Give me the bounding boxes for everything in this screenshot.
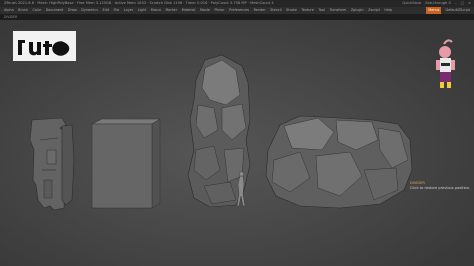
logo-image bbox=[13, 31, 76, 61]
blockout-mesh[interactable] bbox=[29, 117, 75, 211]
character-thumbnail[interactable] bbox=[436, 39, 455, 88]
rock-pile-sculpt[interactable] bbox=[265, 115, 413, 209]
logo-glyphs bbox=[18, 40, 70, 56]
zbrush-window: ZBrush 2021.6.6 · Mesh: HighPolyBase · F… bbox=[0, 0, 474, 266]
divider-tooltip: DIVIDER Click to restore previous positi… bbox=[410, 181, 472, 191]
tooltip-description: Click to restore previous position. bbox=[410, 186, 471, 190]
rock-column-sculpt[interactable] bbox=[187, 54, 251, 208]
cube-mesh[interactable] bbox=[91, 118, 161, 209]
